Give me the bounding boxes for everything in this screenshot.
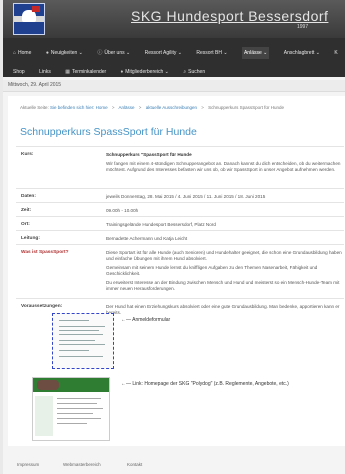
daten-label: Daten: xyxy=(21,194,36,199)
page-title: Schnupperkurs SpassSport für Hunde xyxy=(20,126,197,138)
voraus-label: Voraussetzungen: xyxy=(21,304,63,309)
breadcrumb: Aktuelle Seite: Sie befinden sich hier: … xyxy=(20,105,284,110)
ort-value: Trainingsgelände Hundesport Bessersdorf,… xyxy=(106,222,216,227)
main-content: Aktuelle Seite: Sie befinden sich hier: … xyxy=(8,96,345,446)
breadcrumb-home[interactable]: Sie befinden sich hier: Home xyxy=(50,105,108,110)
calendar-icon: ▦ xyxy=(65,69,71,75)
row-zeit: Zeit: 09.00h - 10.00h xyxy=(16,202,344,217)
breadcrumb-anlaesse[interactable]: Anlässe xyxy=(119,105,135,110)
row-leitung: Leitung: Bernadette Achermann und Katja … xyxy=(16,230,344,245)
breadcrumb-separator: > xyxy=(201,105,204,110)
polydog-homepage-thumbnail[interactable] xyxy=(32,377,110,441)
leitung-value: Bernadette Achermann und Katja Leicht xyxy=(106,236,188,241)
nav-item-links[interactable]: Links xyxy=(39,66,51,78)
daten-value: jeweils Donnerstag, 28. Mai 2015 / 4. Ju… xyxy=(106,194,266,199)
nav-item-mitgliederbereich[interactable]: ♦ Mitgliederbereich ⌄ xyxy=(121,66,169,78)
nav-item-anlaesse[interactable]: Anlässe ⌄ xyxy=(241,47,270,59)
row-daten: Daten: jeweils Donnerstag, 28. Mai 2015 … xyxy=(16,188,344,203)
nav-item-neuigkeiten[interactable]: ● Neuigkeiten ⌄ xyxy=(46,47,83,59)
nav-item-suchen[interactable]: ⌕ Suchen xyxy=(183,66,205,78)
footer-kontakt[interactable]: Kontakt xyxy=(127,462,142,467)
date-bar: Mittwoch, 29. April 2015 xyxy=(3,80,345,92)
breadcrumb-separator: > xyxy=(111,105,115,110)
site-header: SKG Hundesport Bessersdorf 1997 xyxy=(3,0,345,38)
site-title[interactable]: SKG Hundesport Bessersdorf xyxy=(131,8,328,24)
footer-impressum[interactable]: Impressum xyxy=(17,462,39,467)
info-icon: ⓘ xyxy=(97,50,103,56)
news-icon: ● xyxy=(45,50,49,56)
nav-row-1: ⌂ Home ● Neuigkeiten ⌄ ⓘ Über uns ⌄ Ressort… xyxy=(3,41,345,59)
breadcrumb-ausschreibungen[interactable]: aktuelle Ausschreibungen xyxy=(146,105,197,110)
ort-label: Ort: xyxy=(21,222,30,227)
nav-row-2: Shop Links ▦ Terminkalender ♦ Mitgliederbe… xyxy=(3,60,345,78)
zeit-label: Zeit: xyxy=(21,208,32,213)
polydog-homepage-link[interactable]: ←— Link: Homepage der SKG "Polydog" (z.B… xyxy=(121,381,289,387)
nav-item-ueber-uns[interactable]: ⓘ Über uns ⌄ xyxy=(97,47,130,59)
kurs-label: Kurs: xyxy=(21,152,34,157)
was-paragraph-3: Du erweiterst Interesse an der Bindung z… xyxy=(106,280,340,291)
was-value: Diese Sportart ist für alle Hunde (auch … xyxy=(106,250,342,295)
club-logo[interactable] xyxy=(13,3,45,35)
row-was-ist: Was ist SpassSport? Diese Sportart ist f… xyxy=(16,244,344,297)
user-icon: ♦ xyxy=(120,69,124,75)
was-paragraph-2: Gemeinsam mit seinem Hunde lernst du kni… xyxy=(106,265,318,276)
breadcrumb-current: Schnupperkurs SpassSport für Hunde xyxy=(208,105,284,110)
voraus-value: Der Hund hat einen Erziehungskurs absolv… xyxy=(106,304,340,315)
nav-item-home[interactable]: ⌂ Home xyxy=(13,47,31,59)
kurs-value: Schnupperkurs "SpassSport für Hunde Wir … xyxy=(106,152,342,176)
nav-item-anschlagbrett[interactable]: Anschlagbrett ⌄ xyxy=(284,47,320,59)
home-icon: ⌂ xyxy=(13,50,17,56)
footer-webmasterbereich[interactable]: Webmasterbereich xyxy=(63,462,101,467)
nav-item-terminkalender[interactable]: ▦ Terminkalender xyxy=(65,66,106,78)
row-kurs: Kurs: Schnupperkurs "SpassSport für Hund… xyxy=(16,146,344,189)
nav-item-k[interactable]: K xyxy=(334,47,337,59)
nav-item-shop[interactable]: Shop xyxy=(13,66,25,78)
kurs-text: Wir fangen mit einem 4-stündigen Schnupp… xyxy=(106,161,341,172)
anmeldeformular-link[interactable]: ←— Anmeldeformular xyxy=(121,317,170,323)
page: SKG Hundesport Bessersdorf 1997 ⌂ Home ● N… xyxy=(3,0,345,474)
main-nav: ⌂ Home ● Neuigkeiten ⌄ ⓘ Über uns ⌄ Ressort… xyxy=(3,38,345,77)
breadcrumb-prefix: Aktuelle Seite: xyxy=(20,105,49,110)
breadcrumb-separator: > xyxy=(138,105,142,110)
nav-item-ressort-bh[interactable]: Ressort BH ⌄ xyxy=(196,47,227,59)
leitung-label: Leitung: xyxy=(21,236,40,241)
nav-item-ressort-agility[interactable]: Ressort Agility ⌄ xyxy=(145,47,182,59)
row-ort: Ort: Trainingsgelände Hundesport Bessers… xyxy=(16,216,344,231)
was-label: Was ist SpassSport? xyxy=(21,250,69,255)
current-date: Mittwoch, 29. April 2015 xyxy=(8,82,62,88)
site-year: 1997 xyxy=(297,24,309,30)
site-footer: Impressum Webmasterbereich Kontakt xyxy=(3,452,345,474)
zeit-value: 09.00h - 10.00h xyxy=(106,208,139,213)
was-paragraph-1: Diese Sportart ist für alle Hunde (auch … xyxy=(106,250,342,261)
row-voraussetzungen: Voraussetzungen: Der Hund hat einen Erzi… xyxy=(16,298,344,449)
search-icon: ⌕ xyxy=(183,69,187,75)
anmeldeformular-thumbnail[interactable] xyxy=(52,313,114,369)
kurs-title: Schnupperkurs "SpassSport für Hunde xyxy=(106,152,192,157)
